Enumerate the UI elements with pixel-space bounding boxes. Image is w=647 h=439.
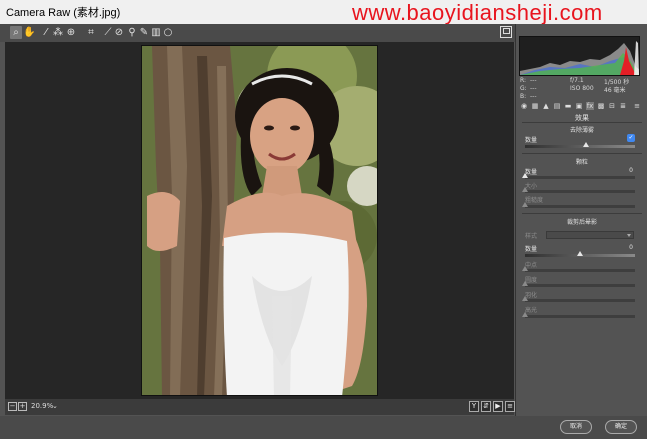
camera-info: R: --- f/7.1 1/500 秒 G: --- ISO 800 46 毫…	[520, 77, 642, 101]
zoom-icon[interactable]: ⌕	[10, 26, 22, 39]
grain-size-thumb[interactable]	[522, 187, 528, 192]
hand-icon[interactable]: ✋	[23, 26, 35, 39]
iso-value: ISO 800	[570, 85, 594, 92]
tab-tone-curve-icon[interactable]: ▦	[531, 102, 539, 110]
grain-roughness-slider[interactable]	[522, 202, 635, 208]
dehaze-enable-checkbox[interactable]: ✓	[627, 134, 635, 142]
photo-preview	[141, 45, 378, 396]
zoom-in-button[interactable]: +	[18, 402, 27, 411]
tab-presets-icon[interactable]: ⊟	[608, 102, 616, 110]
color-sampler-icon[interactable]: ⁂	[52, 26, 64, 39]
grain-section-title: 颗粒	[575, 159, 588, 166]
divider	[522, 122, 642, 123]
swap-settings-button[interactable]: ▶	[493, 401, 503, 412]
aperture-value: f/7.1	[570, 77, 584, 84]
g-value: ---	[530, 85, 537, 92]
dehaze-slider-thumb[interactable]	[582, 142, 589, 147]
vignette-section-title: 裁剪后晕影	[566, 219, 597, 226]
watermark-text: www.baoyidiansheji.com	[352, 0, 603, 25]
tab-snapshots-icon[interactable]: ≣	[619, 102, 627, 110]
vignette-amount-slider[interactable]	[525, 251, 635, 257]
ok-button[interactable]: 确定	[605, 420, 637, 434]
graduated-filter-icon[interactable]: ▥	[150, 26, 162, 39]
vignette-amount-value[interactable]: 0	[629, 244, 633, 251]
vignette-amount-label: 数量	[525, 246, 538, 253]
adjustment-brush-icon[interactable]: ✎	[138, 26, 150, 39]
vignette-midpoint-slider[interactable]	[522, 266, 635, 272]
histogram	[519, 36, 640, 76]
tab-lens-icon[interactable]: ▣	[575, 102, 583, 110]
vignette-style-select[interactable]	[546, 231, 634, 239]
histogram-graph	[520, 41, 639, 75]
zoom-out-button[interactable]: −	[8, 402, 17, 411]
preview-toggle-button[interactable]: Y	[469, 401, 479, 412]
radial-filter-icon[interactable]: ○	[162, 26, 174, 39]
panel-menu-icon[interactable]: ≡	[633, 102, 641, 110]
vignette-feather-thumb[interactable]	[522, 296, 528, 301]
camera-raw-window: ⌕ ✋ ⁄ ⁂ ⊕ ⌗ ⟋ ⊘ ⚲ ✎ ▥ ○ − + 20.9% ⌄ Y ⇵ …	[0, 24, 647, 439]
b-value: ---	[530, 93, 537, 100]
cancel-button[interactable]: 取消	[560, 420, 592, 434]
r-label: R:	[520, 77, 527, 84]
canvas-status-bar: − + 20.9% ⌄ Y ⇵ ▶ ≡	[5, 399, 515, 415]
tab-camera-calibration-icon[interactable]: ▩	[597, 102, 605, 110]
vignette-midpoint-thumb[interactable]	[522, 266, 528, 271]
white-balance-icon[interactable]: ⁄	[40, 26, 52, 39]
vignette-feather-slider[interactable]	[522, 296, 635, 302]
grain-amount-slider[interactable]	[522, 173, 635, 179]
bride-photo-image	[142, 46, 377, 395]
tab-basic-icon[interactable]: ◉	[520, 102, 528, 110]
before-after-button[interactable]: ⇵	[481, 401, 491, 412]
tab-hsl-icon[interactable]: ▤	[553, 102, 561, 110]
dehaze-section-title: 去除薄雾	[569, 127, 594, 134]
grain-amount-thumb[interactable]	[522, 173, 528, 178]
grain-amount-value[interactable]: 0	[629, 167, 633, 174]
preview-canvas	[5, 42, 514, 415]
spot-removal-icon[interactable]: ⊘	[113, 26, 125, 39]
divider	[522, 213, 642, 214]
grain-size-slider[interactable]	[522, 187, 635, 193]
vignette-roundness-thumb[interactable]	[522, 281, 528, 286]
crop-icon[interactable]: ⌗	[85, 26, 97, 39]
title-bar: Camera Raw (素材.jpg) www.baoyidiansheji.c…	[0, 0, 647, 25]
b-label: B:	[520, 93, 527, 100]
targeted-adjustment-icon[interactable]: ⊕	[65, 26, 77, 39]
preferences-button[interactable]: ≡	[505, 401, 515, 412]
vignette-highlights-thumb[interactable]	[522, 312, 528, 317]
vignette-amount-thumb[interactable]	[577, 251, 583, 256]
zoom-dropdown-icon[interactable]: ⌄	[52, 402, 60, 411]
adjustments-panel: R: --- f/7.1 1/500 秒 G: --- ISO 800 46 毫…	[515, 24, 647, 416]
divider	[522, 153, 642, 154]
vignette-roundness-slider[interactable]	[522, 281, 635, 287]
tab-split-toning-icon[interactable]: ▬	[564, 102, 572, 110]
panel-tabs: ◉ ▦ ▲ ▤ ▬ ▣ fx ▩ ⊟ ≣ ≡	[518, 102, 644, 111]
zoom-level[interactable]: 20.9%	[31, 402, 53, 410]
vignette-highlights-slider[interactable]	[522, 312, 635, 318]
vignette-style-label: 样式	[525, 233, 538, 240]
grain-roughness-thumb[interactable]	[522, 202, 528, 207]
tab-detail-icon[interactable]: ▲	[542, 102, 550, 110]
g-label: G:	[520, 85, 527, 92]
fullscreen-icon[interactable]	[500, 26, 512, 38]
dehaze-amount-label: 数量	[525, 137, 538, 144]
red-eye-icon[interactable]: ⚲	[126, 26, 138, 39]
window-title: Camera Raw (素材.jpg)	[6, 7, 121, 19]
r-value: ---	[530, 77, 537, 84]
dehaze-amount-slider[interactable]	[525, 142, 635, 148]
dialog-footer: 取消 确定	[0, 416, 647, 439]
tab-effects-icon[interactable]: fx	[586, 102, 594, 110]
